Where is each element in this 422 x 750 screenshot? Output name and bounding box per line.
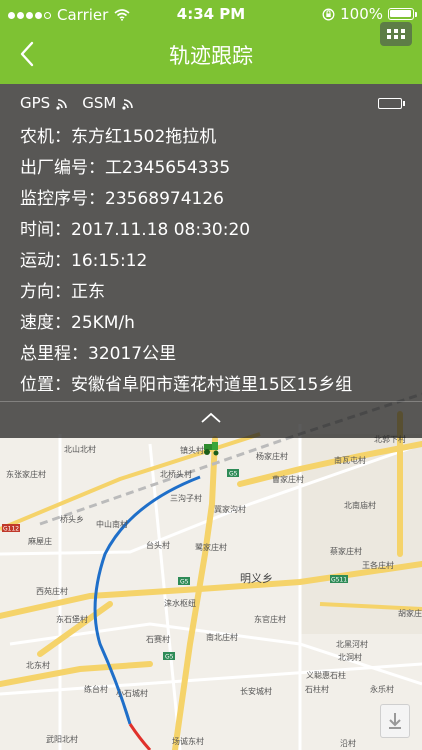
map-label: 义聪惠石柱 — [306, 671, 346, 680]
svg-text:G112: G112 — [3, 526, 19, 533]
map-label: 桥头乡 — [60, 515, 84, 524]
map-label: 曹家庄村 — [272, 475, 304, 484]
map-label: 北桥头村 — [160, 470, 192, 479]
info-total-mileage: 总里程：32017公里 — [20, 344, 177, 364]
top-bar: Carrier 4:34 PM 100% 轨迹跟踪 — [0, 0, 422, 84]
grid-icon — [387, 29, 391, 33]
collapse-bar — [0, 401, 422, 438]
map-label: 北东村 — [26, 661, 50, 670]
status-bar: Carrier 4:34 PM 100% — [0, 0, 422, 30]
info-time: 时间：2017.11.18 08:30:20 — [20, 220, 251, 240]
map-label: 石柱村 — [305, 685, 329, 694]
rotation-lock-icon — [322, 8, 335, 20]
battery-icon — [388, 8, 417, 20]
map-label: 永乐村 — [370, 685, 394, 694]
status-right: 100% — [322, 5, 417, 23]
info-serial: 出厂编号：工2345654335 — [20, 158, 231, 178]
map-label: 中山南村 — [96, 520, 128, 529]
chevron-up-icon — [201, 412, 221, 423]
tractor-marker-icon[interactable] — [202, 442, 220, 456]
map-label: 场诚东村 — [172, 737, 204, 746]
info-machine: 农机：东方红1502拖拉机 — [20, 127, 217, 147]
svg-text:G5: G5 — [165, 654, 174, 661]
gps-signal-icon — [56, 99, 68, 110]
map-label: 沿村 — [340, 739, 356, 748]
map-label: 东官庄村 — [254, 615, 286, 624]
map-label: 长安城村 — [240, 687, 272, 696]
map-label: 东石堡村 — [56, 615, 88, 624]
svg-text:G5: G5 — [180, 579, 189, 586]
signal-row: GPS GSM — [20, 94, 136, 112]
map-label: 北洞村 — [338, 653, 362, 662]
download-icon — [389, 713, 401, 729]
page-title: 轨迹跟踪 — [169, 44, 253, 68]
gsm-label: GSM — [82, 94, 117, 112]
map-place: 明义乡 — [240, 572, 273, 585]
map-label: 杨家庄村 — [256, 452, 288, 461]
map-label: 石赛村 — [146, 635, 170, 644]
map-label: 东张家庄村 — [6, 470, 46, 479]
map-label: 三沟子村 — [170, 494, 202, 503]
map-label: 蔡家庄村 — [330, 547, 362, 556]
map-label: 涞水枢纽 — [164, 599, 196, 608]
info-motion: 运动：16:15:12 — [20, 251, 148, 271]
svg-text:G511: G511 — [331, 577, 347, 584]
map-label: 冀家沟村 — [214, 505, 246, 514]
grid-menu-button[interactable] — [380, 22, 412, 46]
map-label: 西苑庄村 — [36, 587, 68, 596]
map-label: 南瓦屯村 — [334, 456, 366, 465]
map-label: 王各庄村 — [362, 561, 394, 570]
svg-text:G5: G5 — [229, 471, 238, 478]
collapse-button[interactable] — [198, 410, 224, 426]
map-label: 鹭家庄村 — [195, 543, 227, 552]
info-direction: 方向：正东 — [20, 282, 105, 302]
map-label: 胡家庄村 — [398, 609, 422, 618]
map-label: 南北庄村 — [206, 633, 238, 642]
info-speed: 速度：25KM/h — [20, 313, 135, 333]
map-label: 北南庙村 — [344, 501, 376, 510]
info-monitor-id: 监控序号：23568974126 — [20, 189, 224, 209]
device-info-panel: GPS GSM 农机：东方红1502拖拉机 出厂编号：工2345654335 监… — [0, 84, 422, 438]
map-label: 小石城村 — [116, 689, 148, 698]
map-label: 练台村 — [84, 685, 108, 694]
info-location: 位置：安徽省阜阳市莲花村道里15区15乡组 — [20, 375, 353, 395]
map-label: 北山北村 — [64, 445, 96, 454]
battery-percent: 100% — [340, 5, 383, 23]
map-label: 麻屋庄 — [28, 537, 52, 546]
download-button[interactable] — [380, 704, 410, 738]
map-label: 武阳北村 — [46, 735, 78, 744]
map-label: 台头村 — [146, 541, 170, 550]
map-label: 北黑河村 — [336, 640, 368, 649]
map-label: 镇头村 — [180, 446, 204, 455]
gsm-signal-icon — [122, 99, 134, 110]
gps-label: GPS — [20, 94, 51, 112]
device-battery-icon — [378, 98, 405, 109]
